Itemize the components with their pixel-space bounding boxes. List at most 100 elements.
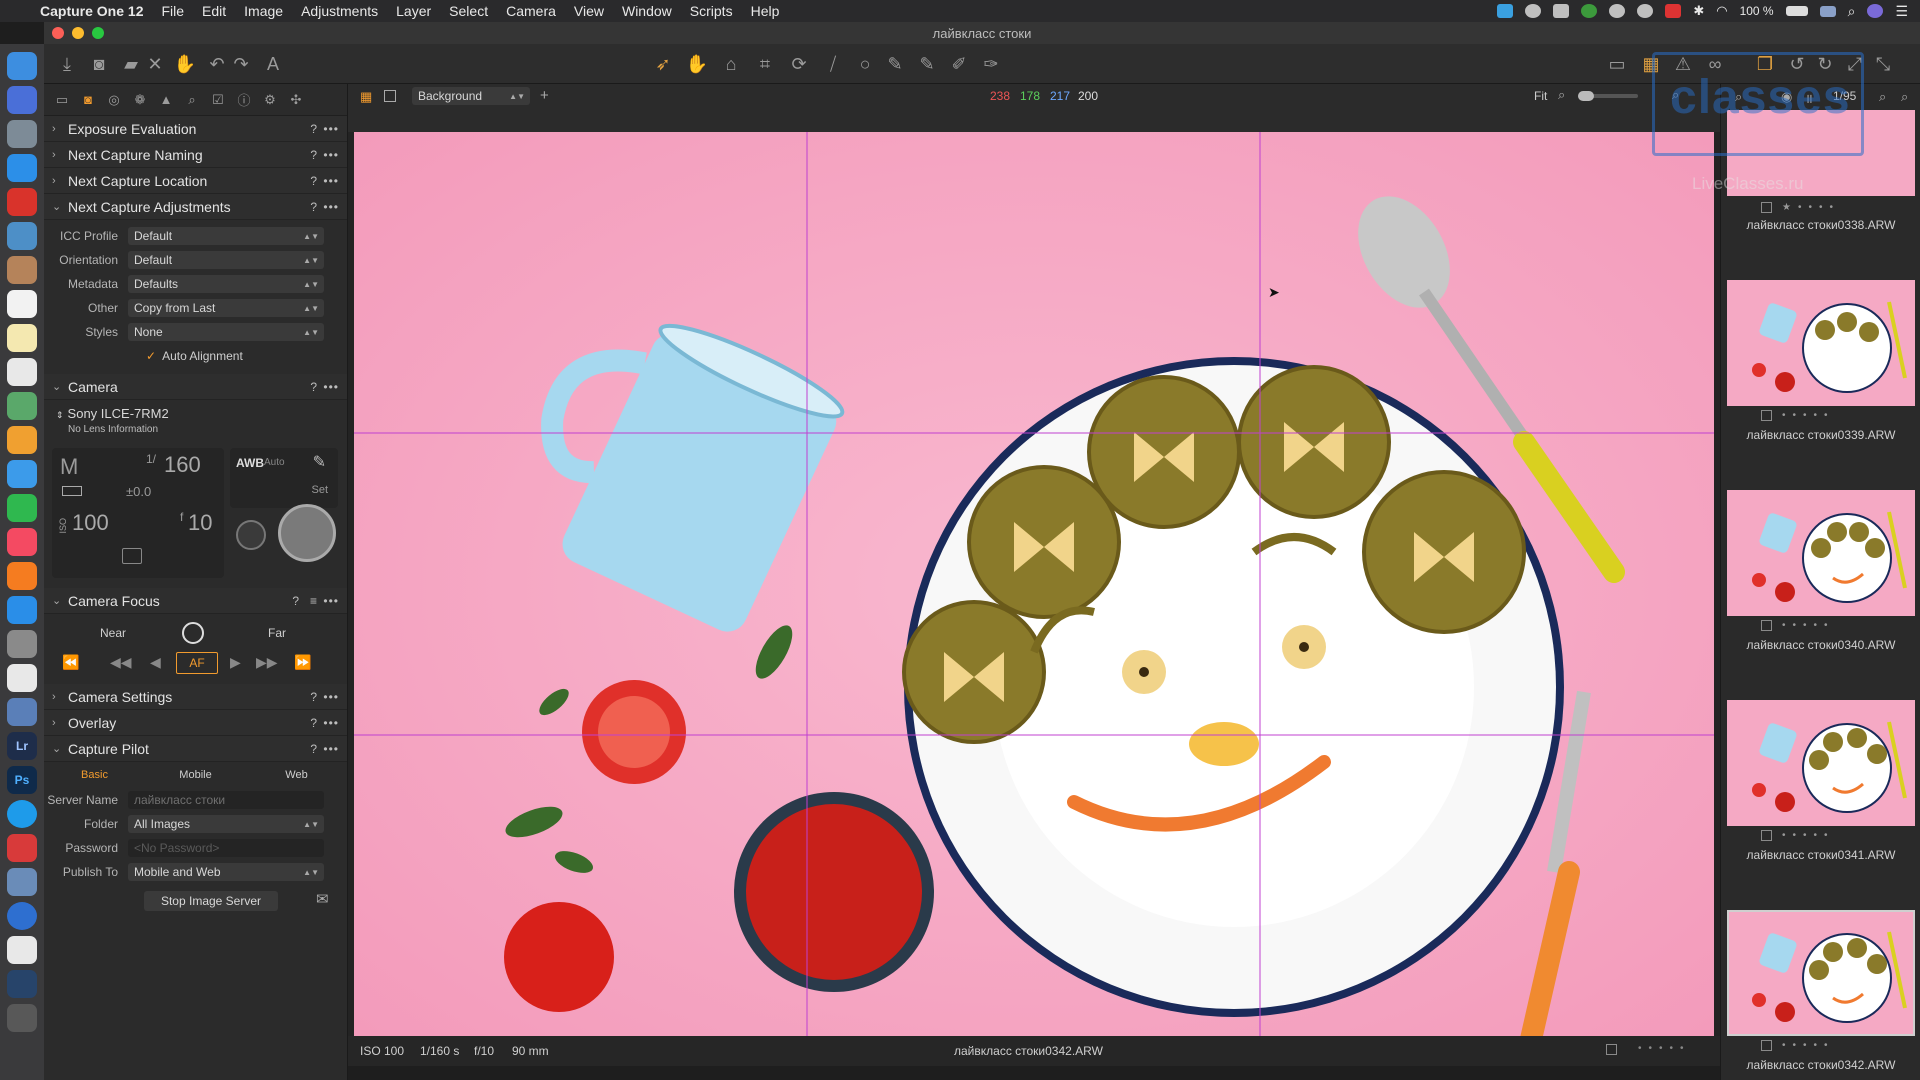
skype-icon[interactable] — [7, 800, 37, 828]
shutter-speed[interactable]: 160 — [164, 452, 201, 478]
help-icon[interactable]: ? — [310, 716, 317, 730]
aperture-value[interactable]: 10 — [188, 510, 212, 536]
chrome-icon[interactable] — [7, 664, 37, 692]
siri-icon[interactable] — [1867, 4, 1884, 18]
launchpad-icon[interactable] — [7, 120, 37, 148]
menu-file[interactable]: File — [161, 3, 184, 19]
capture-tab-icon[interactable]: ◙ — [80, 92, 96, 108]
text-tool-icon[interactable]: A — [260, 52, 286, 76]
color-tab-icon[interactable]: ❁ — [132, 92, 148, 108]
safari-icon[interactable] — [7, 154, 37, 182]
more-icon[interactable]: ••• — [323, 716, 339, 730]
more-icon[interactable]: ••• — [323, 122, 339, 136]
redo-icon[interactable]: ↷ — [228, 52, 254, 76]
batch-tab-icon[interactable]: ✣ — [288, 92, 304, 108]
multi-view-icon[interactable]: ▦ — [360, 89, 372, 105]
variant-select[interactable]: Background ▲▼ — [412, 87, 530, 105]
thumbnail-rating[interactable]: ••••• — [1761, 1040, 1901, 1051]
wb-mode-icon[interactable]: AWB — [236, 456, 264, 470]
menu-view[interactable]: View — [574, 3, 604, 19]
section-camera-settings[interactable]: › Camera Settings ? ••• — [44, 684, 347, 710]
menu-adjustments[interactable]: Adjustments — [301, 3, 378, 19]
metadata-tab-icon[interactable]: ⓘ — [236, 92, 252, 108]
focus-far-large-icon[interactable]: ⏩ — [294, 654, 311, 671]
calendar-icon[interactable] — [7, 290, 37, 318]
photoshop-icon[interactable]: Ps — [7, 766, 37, 794]
add-layer-icon[interactable]: + — [540, 87, 549, 104]
menu-help[interactable]: Help — [751, 3, 780, 19]
help-icon[interactable]: ? — [310, 148, 317, 162]
help-icon[interactable]: ? — [310, 690, 317, 704]
orientation-select[interactable]: Default ▲▼ — [128, 251, 324, 269]
thumbnail[interactable] — [1727, 490, 1915, 616]
thumbnail-checkbox[interactable] — [1761, 1040, 1772, 1051]
eraser-tool-icon[interactable]: ✑ — [978, 52, 1004, 76]
capture-camera-icon[interactable]: ◙ — [86, 52, 112, 76]
section-exposure-evaluation[interactable]: › Exposure Evaluation ? ••• — [44, 116, 347, 142]
import-icon[interactable]: ⤓ — [54, 52, 80, 76]
focus-near-small-icon[interactable]: ◀ — [150, 654, 161, 671]
focus-near-medium-icon[interactable]: ◀◀ — [110, 654, 132, 671]
brush-tool-icon[interactable]: ✎ — [914, 52, 940, 76]
password-input[interactable]: <No Password> — [128, 839, 324, 857]
focus-far-medium-icon[interactable]: ▶▶ — [256, 654, 278, 671]
status-select-checkbox[interactable] — [1606, 1044, 1617, 1055]
battery-icon[interactable] — [1785, 6, 1808, 16]
live-dock-icon[interactable] — [7, 834, 37, 862]
messages-icon[interactable] — [7, 460, 37, 488]
list-icon[interactable]: ≡ — [310, 594, 317, 608]
cloud-icon[interactable] — [1525, 4, 1542, 18]
notification-center-icon[interactable]: ☰ — [1895, 3, 1908, 20]
thumbnail-rating[interactable]: ••••• — [1761, 830, 1901, 841]
mail-icon[interactable]: ✉ — [316, 890, 329, 908]
menu-select[interactable]: Select — [449, 3, 488, 19]
thumbnail[interactable] — [1727, 280, 1915, 406]
menu-app-name[interactable]: Capture One 12 — [40, 3, 143, 19]
zoom-slider-handle[interactable] — [1578, 91, 1594, 101]
more-icon[interactable]: ••• — [323, 742, 339, 756]
browser-search-icon[interactable]: ⌕ — [1879, 89, 1886, 105]
preview-icon[interactable] — [7, 222, 37, 250]
wifi-icon[interactable]: ◠ — [1716, 3, 1727, 19]
capture-one-icon[interactable] — [7, 698, 37, 726]
menu-image[interactable]: Image — [244, 3, 283, 19]
eyedropper-icon[interactable]: ✎ — [313, 452, 326, 472]
live-icon[interactable] — [1665, 4, 1682, 18]
shutter-release-button[interactable] — [278, 504, 336, 562]
tab-web[interactable]: Web — [246, 769, 347, 781]
hand-icon[interactable]: ✋ — [172, 52, 198, 76]
more-icon[interactable]: ••• — [323, 174, 339, 188]
library-tab-icon[interactable]: ▭ — [54, 92, 70, 108]
system-preferences-icon[interactable] — [7, 630, 37, 658]
picker-tool-icon[interactable]: ✎ — [882, 52, 908, 76]
thumbnail-rating[interactable]: ••••• — [1761, 410, 1901, 421]
focus-far-small-icon[interactable]: ▶ — [230, 654, 241, 671]
folder-select[interactable]: All Images ▲▼ — [128, 815, 324, 833]
more-icon[interactable]: ••• — [323, 690, 339, 704]
more-icon[interactable]: ••• — [323, 148, 339, 162]
books-icon[interactable] — [7, 562, 37, 590]
exposure-compensation[interactable]: ±0.0 — [126, 484, 151, 499]
section-overlay[interactable]: › Overlay ? ••• — [44, 710, 347, 736]
move-to-icon[interactable]: ▰ — [118, 52, 144, 76]
delete-icon[interactable]: ✕ — [142, 52, 168, 76]
more-icon[interactable]: ••• — [323, 594, 339, 608]
record-icon[interactable] — [1637, 4, 1654, 18]
help-icon[interactable]: ? — [310, 174, 317, 188]
other-select[interactable]: Copy from Last ▲▼ — [128, 299, 324, 317]
undo-icon[interactable]: ↶ — [204, 52, 230, 76]
downloads-icon[interactable] — [7, 970, 37, 998]
sync-icon[interactable] — [1581, 4, 1598, 18]
section-camera-focus[interactable]: ⌄ Camera Focus ? ≡ ••• — [44, 588, 347, 614]
photos-icon[interactable] — [7, 426, 37, 454]
zoom-fit-label[interactable]: Fit — [1534, 89, 1547, 103]
tray-app-icon[interactable] — [1497, 4, 1514, 18]
loupe-tool-icon[interactable]: ⌂ — [718, 52, 744, 76]
pan-tool-icon[interactable]: ✋ — [684, 52, 710, 76]
auto-alignment-checkbox[interactable]: ✓ — [146, 349, 156, 363]
collapse-icon[interactable]: ⤡ — [1870, 52, 1896, 76]
publish-to-select[interactable]: Mobile and Web ▲▼ — [128, 863, 324, 881]
section-next-capture-naming[interactable]: › Next Capture Naming ? ••• — [44, 142, 347, 168]
help-icon[interactable]: ? — [310, 742, 317, 756]
cursor-tool-icon[interactable]: ➶ — [650, 52, 676, 76]
